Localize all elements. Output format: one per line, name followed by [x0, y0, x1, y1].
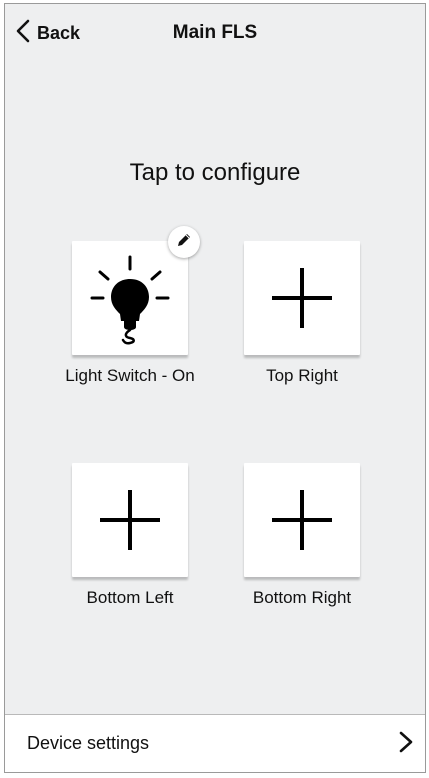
edit-button[interactable]: [168, 226, 200, 258]
tile-label-light-switch: Light Switch - On: [65, 366, 195, 385]
tile-light-switch[interactable]: [72, 241, 188, 355]
tile-top-right[interactable]: [244, 241, 360, 355]
tile-label-bottom-left: Bottom Left: [86, 588, 174, 607]
device-settings-row[interactable]: Device settings: [5, 714, 425, 772]
tile-bottom-left[interactable]: [72, 463, 188, 577]
pencil-icon: [176, 232, 192, 253]
app-frame: Back Main FLS Tap to configure Light Swi…: [4, 3, 426, 773]
page-title: Main FLS: [172, 22, 258, 43]
tile-bottom-right[interactable]: [244, 463, 360, 577]
device-settings-label: Device settings: [27, 733, 150, 753]
tile-label-bottom-right: Bottom Right: [252, 588, 352, 607]
header: Back Main FLS: [5, 4, 425, 60]
tile-label-top-right: Top Right: [266, 366, 338, 385]
instruction-text: Tap to configure: [129, 159, 301, 186]
